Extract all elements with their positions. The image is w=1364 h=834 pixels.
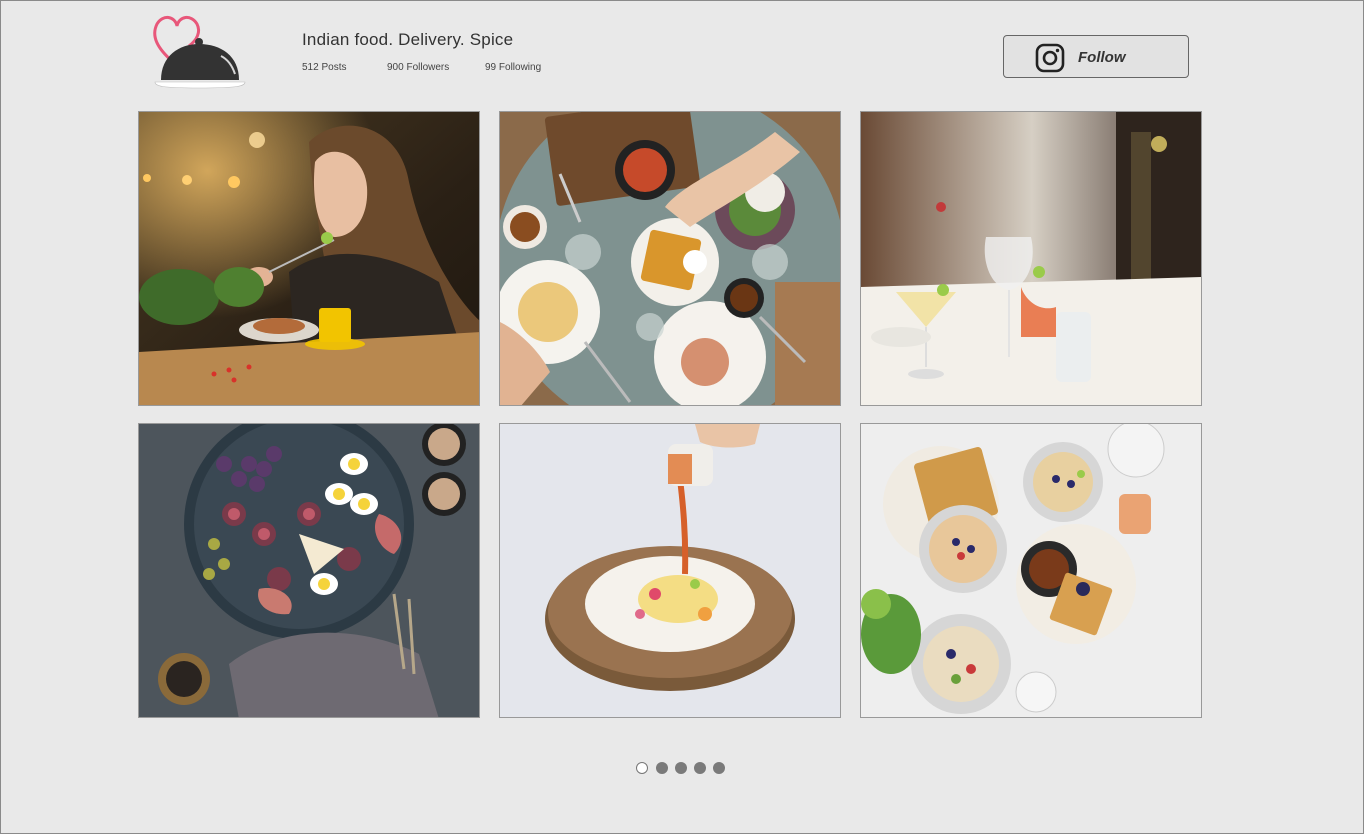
photo-cocktails-restaurant-table[interactable] — [860, 111, 1202, 406]
follow-button-label: Follow — [1078, 49, 1126, 66]
brand-logo[interactable] — [149, 12, 249, 90]
photo-pouring-sauce-bowl[interactable] — [499, 423, 841, 718]
pagination-dot-4[interactable] — [694, 762, 706, 774]
followers-count[interactable]: 900 Followers — [387, 62, 449, 73]
photo-brunch-table-top-view[interactable] — [499, 111, 841, 406]
pagination-dot-3[interactable] — [675, 762, 687, 774]
instagram-icon — [1035, 43, 1065, 73]
photo-figs-eggs-platter[interactable] — [138, 423, 480, 718]
pagination-dot-2[interactable] — [656, 762, 668, 774]
following-count[interactable]: 99 Following — [485, 62, 541, 73]
posts-count[interactable]: 512 Posts — [302, 62, 346, 73]
pagination-dot-5[interactable] — [713, 762, 725, 774]
follow-button[interactable]: Follow — [1003, 35, 1189, 78]
photo-woman-eating-cafe[interactable] — [138, 111, 480, 406]
pagination-dot-1[interactable] — [636, 762, 648, 774]
profile-name: Indian food. Delivery. Spice — [302, 30, 514, 49]
photo-breakfast-bowls-waffles[interactable] — [860, 423, 1202, 718]
